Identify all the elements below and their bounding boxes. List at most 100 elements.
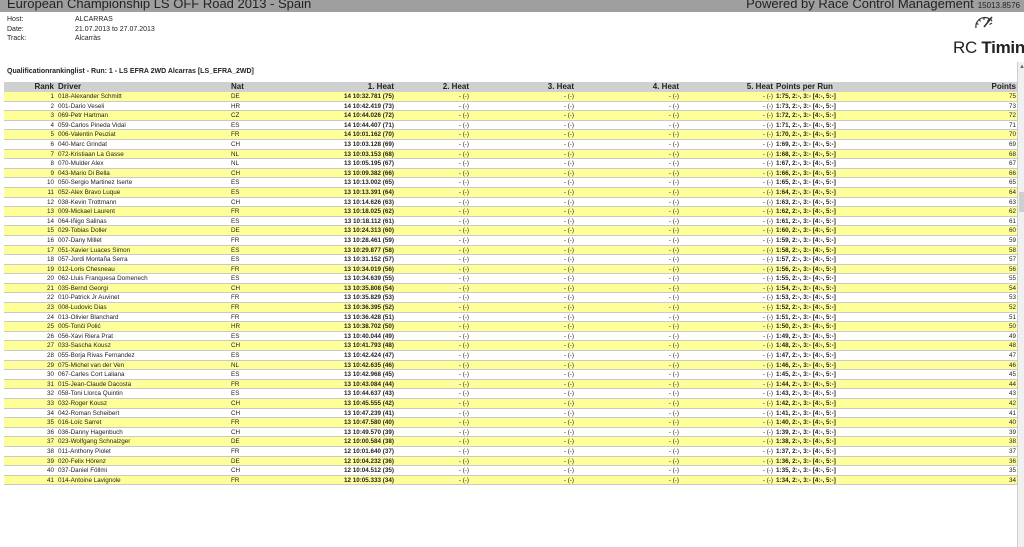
cell-heat-5: - (-): [762, 265, 773, 273]
cell-driver[interactable]: 013-Olivier Blanchard: [58, 313, 228, 323]
cell-heat-4: - (-): [668, 476, 679, 484]
cell-driver[interactable]: 043-Mario Di Bella: [58, 169, 228, 179]
cell-rank: 36: [46, 428, 54, 436]
cell-nat: ES: [231, 332, 240, 340]
cell-driver[interactable]: 075-Michel van der Ven: [58, 361, 228, 371]
cell-driver[interactable]: 052-Alex Bravo Luque: [58, 188, 228, 198]
cell-rank: 29: [46, 361, 54, 369]
scrollbar-thumb[interactable]: [1019, 192, 1024, 212]
cell-driver[interactable]: 070-Mulder Alex: [58, 159, 228, 169]
col-heat-4[interactable]: 4. Heat: [609, 82, 679, 92]
cell-heat-4: - (-): [668, 188, 679, 196]
col-heat-1[interactable]: 1. Heat: [294, 82, 394, 92]
cell-heat-5: - (-): [762, 275, 773, 283]
cell-heat-1: 13 10:31.152 (57): [343, 256, 394, 264]
cell-heat-4: - (-): [668, 467, 679, 475]
cell-driver[interactable]: 010-Patrick Jr Auvinet: [58, 293, 228, 303]
table-row: 5 006-Valentin Peuziat FR 14 10:01.162 (70)…: [4, 130, 1018, 140]
cell-heat-3: - (-): [563, 236, 574, 244]
cell-driver[interactable]: 011-Anthony Piolet: [58, 447, 228, 457]
scroll-up-icon[interactable]: ▲: [1019, 64, 1024, 70]
cell-heat-4: - (-): [668, 227, 679, 235]
cell-heat-3: - (-): [563, 208, 574, 216]
cell-rank: 35: [46, 419, 54, 427]
cell-nat: FR: [231, 476, 240, 484]
table-row: 28 055-Borja Rivas Fernandez ES 13 10:42.42…: [4, 351, 1018, 361]
cell-driver[interactable]: 038-Kevin Trottmann: [58, 198, 228, 208]
cell-driver[interactable]: 062-Lluis Franquesa Domenech: [58, 274, 228, 284]
cell-driver[interactable]: 067-Carles Cort Laliana: [58, 370, 228, 380]
cell-driver[interactable]: 008-Ludovic Dias: [58, 303, 228, 313]
vertical-scrollbar[interactable]: ▲: [1017, 62, 1024, 547]
cell-driver[interactable]: 023-Wolfgang Schnalzger: [58, 437, 228, 447]
cell-driver[interactable]: 037-Daniel Föllmi: [58, 466, 228, 476]
cell-driver[interactable]: 036-Danny Hagenbuch: [58, 428, 228, 438]
cell-driver[interactable]: 069-Petr Hartman: [58, 111, 228, 121]
cell-heat-1: 13 10:49.570 (39): [343, 428, 394, 436]
table-row: 26 056-Xavi Riera Prat ES 13 10:40.044 (49)…: [4, 331, 1018, 342]
cell-driver[interactable]: 033-Sascha Kousz: [58, 341, 228, 351]
table-row: 11 052-Alex Bravo Luque ES 13 10:13.391 (64…: [4, 187, 1018, 198]
table-row: 33 032-Roger Kousz CH 13 10:45.555 (42) - (-…: [4, 399, 1018, 409]
cell-driver[interactable]: 005-Tonči Polić: [58, 322, 228, 332]
col-heat-5[interactable]: 5. Heat: [704, 82, 773, 92]
cell-driver[interactable]: 055-Borja Rivas Fernandez: [58, 351, 228, 361]
cell-driver[interactable]: 056-Xavi Riera Prat: [58, 332, 228, 342]
cell-driver[interactable]: 029-Tobias Doller: [58, 226, 228, 236]
cell-driver[interactable]: 015-Jean-Claude Dacosta: [58, 380, 228, 390]
col-heat-3[interactable]: 3. Heat: [504, 82, 574, 92]
table-row: 16 007-Dany Millet FR 13 10:28.461 (59) - (-…: [4, 235, 1018, 246]
col-points[interactable]: Points: [934, 82, 1016, 92]
cell-driver[interactable]: 001-Dario Veseli: [58, 102, 228, 112]
cell-heat-1: 13 10:47.239 (41): [343, 409, 394, 417]
cell-heat-3: - (-): [563, 102, 574, 110]
cell-driver[interactable]: 042-Roman Scheibert: [58, 409, 228, 419]
cell-nat: CH: [231, 467, 241, 475]
cell-heat-1: 13 10:13.002 (65): [343, 179, 394, 187]
cell-driver[interactable]: 016-Loïc Sarret: [58, 418, 228, 428]
cell-heat-3: - (-): [563, 419, 574, 427]
cell-driver[interactable]: 032-Roger Kousz: [58, 399, 228, 409]
cell-driver[interactable]: 006-Valentin Peuziat: [58, 130, 228, 140]
cell-heat-4: - (-): [668, 265, 679, 273]
cell-driver[interactable]: 059-Carlos Pineda Vidal: [58, 121, 228, 131]
cell-driver[interactable]: 012-Loris Chesneau: [58, 265, 228, 275]
table-row: 2 001-Dario Veseli HR 14 10:42.419 (73) - (-…: [4, 101, 1018, 112]
cell-rank: 21: [46, 284, 54, 292]
cell-heat-2: - (-): [458, 179, 469, 187]
cell-nat: DE: [231, 457, 240, 465]
col-heat-2[interactable]: 2. Heat: [399, 82, 469, 92]
cell-driver[interactable]: 009-Mickael Laurent: [58, 207, 228, 217]
cell-driver[interactable]: 014-Antoine Lavignole: [58, 476, 228, 486]
cell-driver[interactable]: 018-Alexander Schmitt: [58, 92, 228, 102]
table-row: 25 005-Tonči Polić HR 13 10:38.702 (50) - (-…: [4, 322, 1018, 332]
col-nat[interactable]: Nat: [231, 82, 291, 92]
cell-heat-1: 13 10:42.968 (45): [343, 371, 394, 379]
cell-driver[interactable]: 058-Toni Llorca Quintin: [58, 389, 228, 399]
cell-driver[interactable]: 064-Iñigo Salinas: [58, 217, 228, 227]
col-driver[interactable]: Driver: [58, 82, 228, 92]
cell-driver[interactable]: 035-Bernd Georgi: [58, 284, 228, 294]
cell-driver[interactable]: 050-Sergio Martinez Iserte: [58, 178, 228, 188]
cell-heat-1: 13 10:13.391 (64): [343, 188, 394, 196]
cell-rank: 25: [46, 323, 54, 331]
col-rank[interactable]: Rank: [8, 82, 54, 92]
cell-heat-5: - (-): [762, 352, 773, 360]
table-body: 1 018-Alexander Schmitt DE 14 10:32.781 (75…: [4, 92, 1018, 486]
cell-driver[interactable]: 072-Kristiaan La Gasse: [58, 150, 228, 160]
cell-heat-3: - (-): [563, 332, 574, 340]
cell-driver[interactable]: 020-Felix Hörenz: [58, 457, 228, 467]
cell-driver[interactable]: 051-Xavier Luaces Simon: [58, 246, 228, 256]
col-points-per-run[interactable]: Points per Run: [776, 82, 886, 92]
cell-heat-4: - (-): [668, 304, 679, 312]
cell-driver[interactable]: 007-Dany Millet: [58, 236, 228, 246]
cell-heat-1: 13 10:42.424 (47): [343, 352, 394, 360]
cell-nat: CH: [231, 428, 241, 436]
cell-rank: 26: [46, 332, 54, 340]
cell-driver[interactable]: 040-Marc Grindat: [58, 140, 228, 150]
cell-points-per-run: 1:56, 2:-, 3:- [4:-, 5:-]: [776, 265, 836, 273]
cell-heat-4: - (-): [668, 428, 679, 436]
cell-driver[interactable]: 057-Jordi Montaña Serra: [58, 255, 228, 265]
cell-heat-5: - (-): [762, 256, 773, 264]
cell-heat-3: - (-): [563, 361, 574, 369]
